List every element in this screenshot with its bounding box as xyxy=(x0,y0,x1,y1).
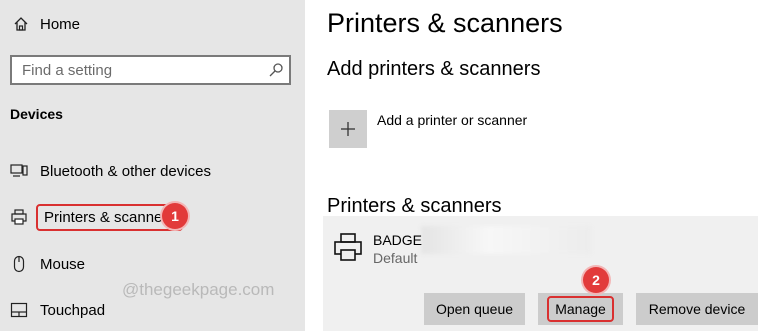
nav-home[interactable]: Home xyxy=(10,12,80,36)
sidebar-item-label: Touchpad xyxy=(40,301,106,319)
mouse-icon xyxy=(8,253,30,275)
search-icon[interactable] xyxy=(263,57,289,83)
add-printer-row[interactable]: Add a printer or scanner xyxy=(329,110,527,148)
printer-icon xyxy=(8,206,30,228)
printer-device-icon xyxy=(331,230,365,264)
home-icon xyxy=(10,13,32,35)
main-content: Printers & scanners Add printers & scann… xyxy=(305,0,758,331)
sidebar-item-mouse[interactable]: Mouse xyxy=(8,251,85,277)
printer-item[interactable]: BADGE Default Open queue Manage Remove d… xyxy=(323,216,758,331)
touchpad-icon xyxy=(8,299,30,321)
plus-icon[interactable] xyxy=(329,110,367,148)
section-devices-label: Devices xyxy=(10,106,63,122)
nav-home-label: Home xyxy=(40,15,81,33)
page-title: Printers & scanners xyxy=(327,8,563,38)
printer-name: BADGE xyxy=(373,232,423,248)
redacted-name-blur xyxy=(421,226,591,254)
step-badge-2: 2 xyxy=(583,267,609,293)
bluetooth-devices-icon xyxy=(8,160,30,182)
add-section-title: Add printers & scanners xyxy=(327,58,541,80)
sidebar-item-touchpad[interactable]: Touchpad xyxy=(8,297,105,323)
remove-device-button[interactable]: Remove device xyxy=(636,293,758,325)
step-badge-1: 1 xyxy=(162,203,188,229)
search-input[interactable]: Find a setting xyxy=(10,55,291,85)
search-placeholder: Find a setting xyxy=(22,61,113,79)
sidebar-item-printers[interactable]: Printers & scanners xyxy=(8,199,183,235)
manage-button-label: Manage xyxy=(547,296,614,322)
sidebar-item-bluetooth[interactable]: Bluetooth & other devices xyxy=(8,158,211,184)
sidebar-item-label: Printers & scanners xyxy=(36,203,183,231)
sidebar-item-label: Mouse xyxy=(40,255,86,273)
sidebar-item-label: Bluetooth & other devices xyxy=(40,162,211,180)
open-queue-button[interactable]: Open queue xyxy=(424,293,525,325)
printers-list-title: Printers & scanners xyxy=(327,195,502,217)
manage-button[interactable]: Manage xyxy=(538,293,623,325)
watermark: @thegeekpage.com xyxy=(122,280,275,299)
add-printer-label: Add a printer or scanner xyxy=(377,112,528,128)
printer-status: Default xyxy=(373,250,418,266)
